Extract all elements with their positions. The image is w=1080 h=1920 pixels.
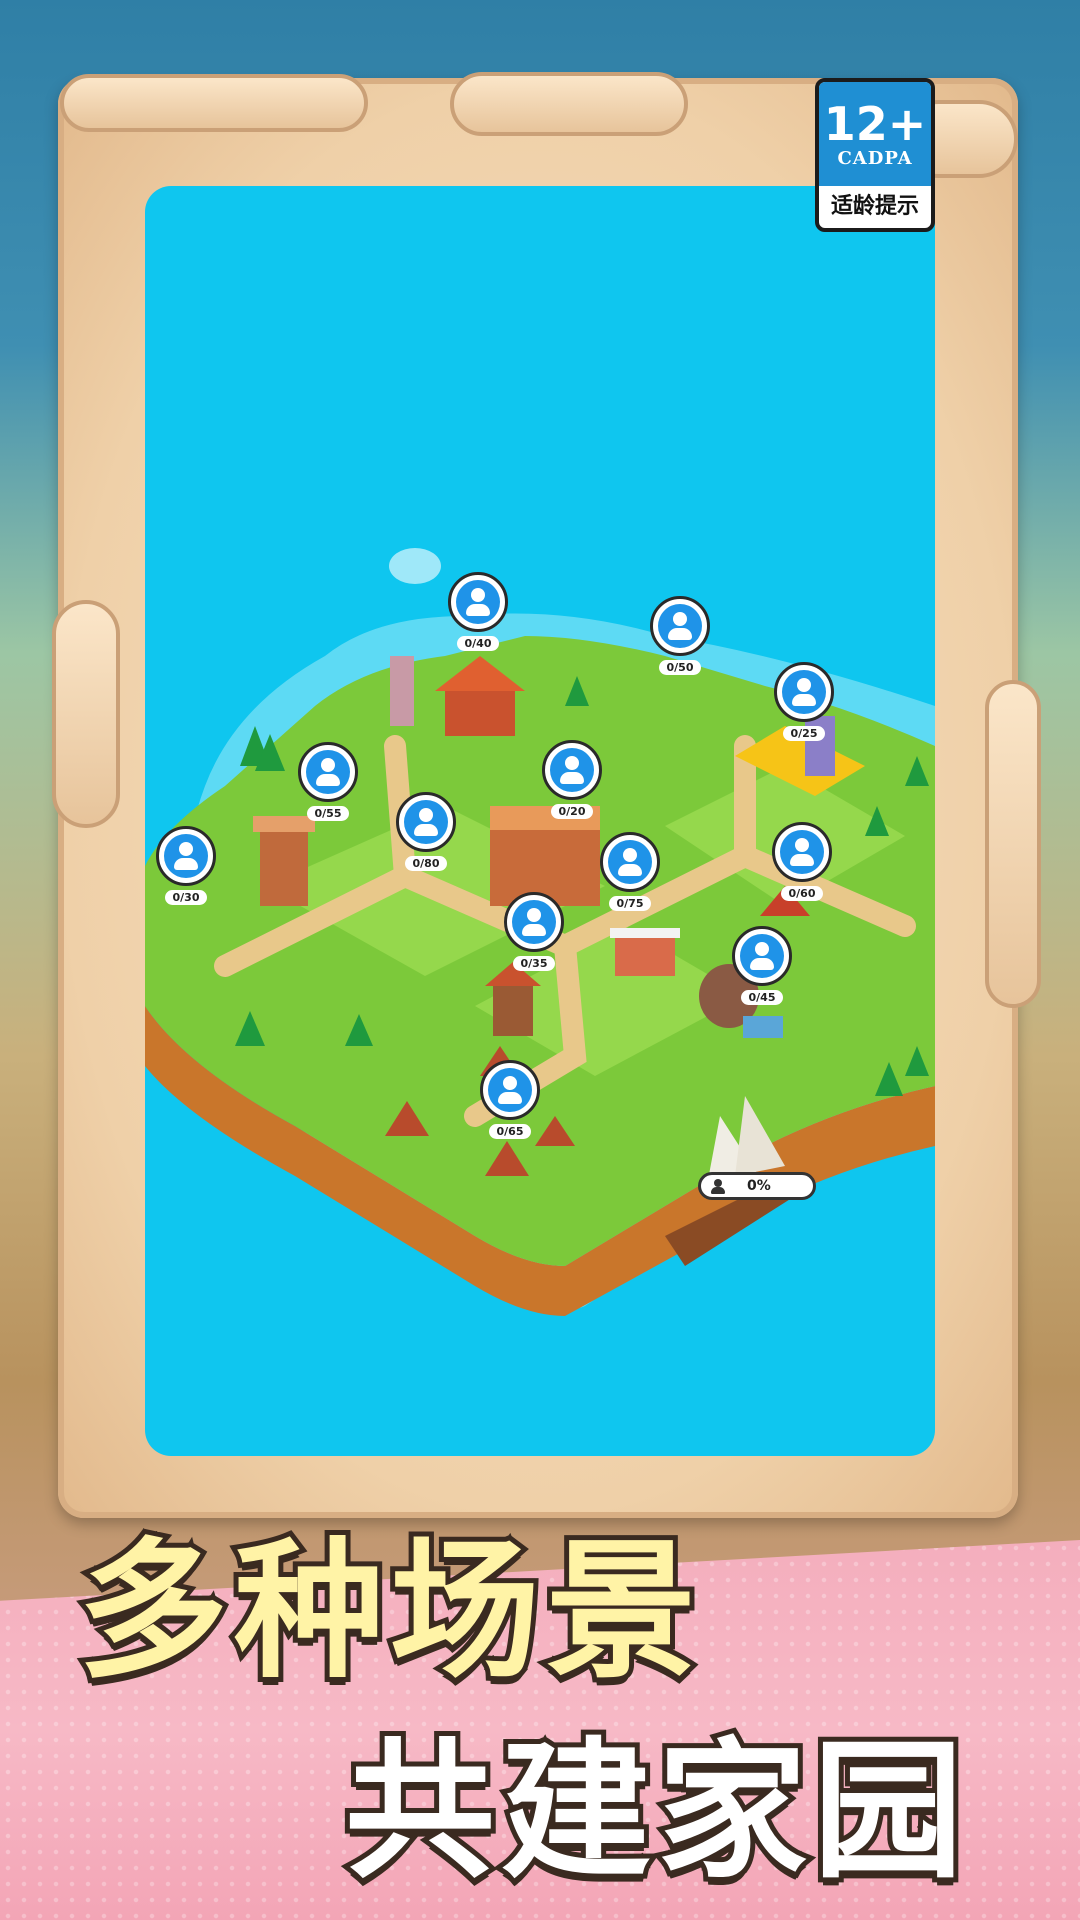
town-hall xyxy=(490,806,600,906)
marker-count: 0/25 xyxy=(782,726,826,741)
ship-progress-bar[interactable]: 0% xyxy=(698,1172,816,1200)
age-rating-org: CADPA xyxy=(837,147,913,169)
age-rating-badge: 12+ CADPA 适龄提示 xyxy=(815,78,935,232)
marker-farm-50[interactable]: 0/50 xyxy=(647,596,713,675)
villager-marker-icon xyxy=(600,832,660,892)
marker-workshop-80[interactable]: 0/80 xyxy=(393,792,459,871)
marker-count: 0/45 xyxy=(740,990,784,1005)
marker-count: 0/80 xyxy=(404,856,448,871)
marker-field-30[interactable]: 0/30 xyxy=(153,826,219,905)
villager-marker-icon xyxy=(504,892,564,952)
marker-count: 0/50 xyxy=(658,660,702,675)
age-rating-top: 12+ CADPA xyxy=(819,82,931,186)
scroll-curl-top-left xyxy=(60,74,368,132)
market-stall xyxy=(610,928,680,976)
marker-house-40[interactable]: 0/40 xyxy=(445,572,511,651)
age-rating-note: 适龄提示 xyxy=(830,194,919,219)
villager-marker-icon xyxy=(650,596,710,656)
marker-camp-65[interactable]: 0/65 xyxy=(477,1060,543,1139)
chimney-smoke xyxy=(389,548,441,584)
villager-marker-icon xyxy=(396,792,456,852)
headline-line-2: 共建家园 xyxy=(340,1720,970,1904)
ship-progress-text: 0% xyxy=(747,1178,771,1194)
villager-marker-icon xyxy=(732,926,792,986)
scroll-curl-top-mid xyxy=(450,72,688,136)
marker-count: 0/20 xyxy=(550,804,594,819)
marker-townhall-20[interactable]: 0/20 xyxy=(539,740,605,819)
tower-left xyxy=(253,816,315,906)
marker-count: 0/35 xyxy=(512,956,556,971)
game-map[interactable]: 0/40 0/50 0/25 0/55 0/20 0/80 0/30 0/75 … xyxy=(145,186,935,1456)
villager-marker-icon xyxy=(772,822,832,882)
villager-marker-icon xyxy=(298,742,358,802)
marker-count: 0/40 xyxy=(456,636,500,651)
villager-marker-icon xyxy=(774,662,834,722)
marker-tent-60[interactable]: 0/60 xyxy=(769,822,835,901)
marker-count: 0/30 xyxy=(164,890,208,905)
marker-count: 0/75 xyxy=(608,896,652,911)
scroll-curl-right xyxy=(985,680,1041,1008)
marker-barrel-45[interactable]: 0/45 xyxy=(729,926,795,1005)
scroll-curl-left xyxy=(52,600,120,828)
marker-count: 0/65 xyxy=(488,1124,532,1139)
marker-tower-55[interactable]: 0/55 xyxy=(295,742,361,821)
marker-watchtower-35[interactable]: 0/35 xyxy=(501,892,567,971)
marker-count: 0/60 xyxy=(780,886,824,901)
villager-marker-icon xyxy=(448,572,508,632)
marker-lighthouse-25[interactable]: 0/25 xyxy=(771,662,837,741)
age-rating-value: 12+ xyxy=(823,96,927,151)
villager-marker-icon xyxy=(542,740,602,800)
headline-line-1: 多种场景 xyxy=(73,1520,703,1704)
island-scene xyxy=(145,548,935,1316)
villager-marker-icon xyxy=(156,826,216,886)
person-icon xyxy=(711,1179,725,1194)
marker-count: 0/55 xyxy=(306,806,350,821)
marker-market-75[interactable]: 0/75 xyxy=(597,832,663,911)
villager-marker-icon xyxy=(480,1060,540,1120)
